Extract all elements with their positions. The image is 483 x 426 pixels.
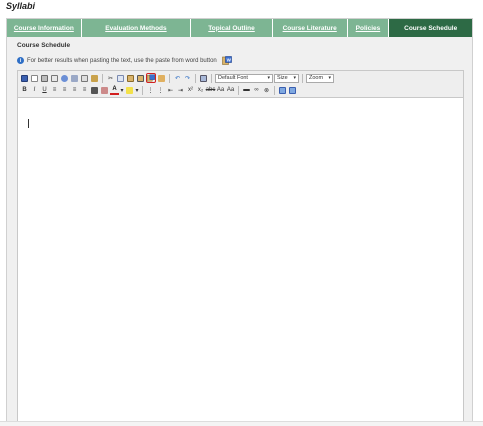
cut-icon[interactable]: ✂ xyxy=(106,74,115,83)
rich-text-editor: ✂ ↶ ↷ Default Font ▾ Size ▾ Zoom ▾ B I U… xyxy=(17,70,464,422)
paste-from-word-button[interactable] xyxy=(146,73,156,83)
text-cursor xyxy=(28,119,29,128)
font-select[interactable]: Default Font ▾ xyxy=(215,73,273,83)
replace-icon[interactable] xyxy=(70,74,79,83)
eraser-icon[interactable] xyxy=(100,86,109,95)
italic-icon[interactable]: I xyxy=(30,86,39,95)
toolbar-separator xyxy=(238,85,239,95)
table-icon[interactable] xyxy=(90,86,99,95)
tab-course-information[interactable]: Course Information xyxy=(7,19,82,37)
toolbar-separator xyxy=(274,85,275,95)
highlight-color-icon[interactable] xyxy=(125,86,134,95)
paste-hint-text: For better results when pasting the text… xyxy=(27,57,217,64)
preview-icon[interactable] xyxy=(50,74,59,83)
toolbar-separator xyxy=(302,73,303,83)
paste-icon[interactable] xyxy=(126,74,135,83)
zoom-select[interactable]: Zoom ▾ xyxy=(306,73,334,83)
toolbar-row-2: B I U ≡ ≡ ≡ ≡ A ▾ ▾ ⋮ ⋮ ⇤ ⇥ x² x₂ abc Aa… xyxy=(20,84,461,96)
outdent-icon[interactable]: ⇤ xyxy=(166,86,175,95)
tab-policies[interactable]: Policies xyxy=(347,19,390,37)
section-title: Course Schedule xyxy=(17,42,71,49)
info-icon: i xyxy=(17,57,24,64)
align-center-icon[interactable]: ≡ xyxy=(60,86,69,95)
toolbar-row-1: ✂ ↶ ↷ Default Font ▾ Size ▾ Zoom ▾ xyxy=(20,72,461,84)
paste-image-icon[interactable] xyxy=(157,74,166,83)
tab-course-schedule[interactable]: Course Schedule xyxy=(389,19,472,37)
save-icon[interactable] xyxy=(20,74,29,83)
justify-icon[interactable]: ≡ xyxy=(80,86,89,95)
indent-icon[interactable]: ⇥ xyxy=(176,86,185,95)
strikethrough-icon[interactable]: abc xyxy=(206,86,216,95)
unlink-icon[interactable]: ⊗ xyxy=(262,86,271,95)
link-icon[interactable]: ∞ xyxy=(252,86,261,95)
chevron-down-icon[interactable]: ▾ xyxy=(135,86,139,95)
remove-format-icon[interactable] xyxy=(199,74,208,83)
page-title: Syllabi xyxy=(6,1,36,11)
tab-evaluation-methods[interactable]: Evaluation Methods xyxy=(81,19,192,37)
insert-media-icon[interactable] xyxy=(288,86,297,95)
new-document-icon[interactable] xyxy=(30,74,39,83)
print-icon[interactable] xyxy=(40,74,49,83)
chevron-down-icon[interactable]: ▾ xyxy=(120,86,124,95)
bold-icon[interactable]: B xyxy=(20,86,29,95)
editor-content-area[interactable] xyxy=(18,114,463,421)
font-color-icon[interactable]: A xyxy=(110,86,119,95)
clean-up-icon[interactable] xyxy=(90,74,99,83)
align-left-icon[interactable]: ≡ xyxy=(50,86,59,95)
align-right-icon[interactable]: ≡ xyxy=(70,86,79,95)
toolbar-separator xyxy=(142,85,143,95)
subscript-icon[interactable]: x₂ xyxy=(196,86,205,95)
lowercase-icon[interactable]: Aa xyxy=(226,86,235,95)
insert-image-icon[interactable] xyxy=(278,86,287,95)
chevron-down-icon: ▾ xyxy=(328,75,331,81)
tab-course-literature[interactable]: Course Literature xyxy=(272,19,348,37)
superscript-icon[interactable]: x² xyxy=(186,86,195,95)
size-select[interactable]: Size ▾ xyxy=(274,73,299,83)
svg-text:W: W xyxy=(226,57,231,62)
numbered-list-icon[interactable]: ⋮ xyxy=(146,86,155,95)
chevron-down-icon: ▾ xyxy=(267,75,270,81)
paste-text-icon[interactable] xyxy=(136,74,145,83)
find-icon[interactable] xyxy=(60,74,69,83)
redo-icon[interactable]: ↷ xyxy=(183,74,192,83)
bullet-list-icon[interactable]: ⋮ xyxy=(156,86,165,95)
toolbar-separator xyxy=(102,73,103,83)
toolbar-separator xyxy=(195,73,196,83)
copy-icon[interactable] xyxy=(116,74,125,83)
tab-bar: Course Information Evaluation Methods To… xyxy=(7,19,472,37)
uppercase-icon[interactable]: Aa xyxy=(216,86,225,95)
underline-icon[interactable]: U xyxy=(40,86,49,95)
toolbar-separator xyxy=(211,73,212,83)
paste-hint: i For better results when pasting the te… xyxy=(17,56,232,65)
syllabus-panel: Course Information Evaluation Methods To… xyxy=(6,18,473,423)
horizontal-rule-icon[interactable] xyxy=(242,86,251,95)
spellcheck-icon[interactable] xyxy=(80,74,89,83)
undo-icon[interactable]: ↶ xyxy=(173,74,182,83)
paste-from-word-icon: W xyxy=(221,56,232,65)
page-footer-strip xyxy=(0,421,483,426)
chevron-down-icon: ▾ xyxy=(293,75,296,81)
tab-topical-outline[interactable]: Topical Outline xyxy=(191,19,273,37)
editor-toolbar: ✂ ↶ ↷ Default Font ▾ Size ▾ Zoom ▾ B I U… xyxy=(18,71,463,98)
toolbar-separator xyxy=(169,73,170,83)
